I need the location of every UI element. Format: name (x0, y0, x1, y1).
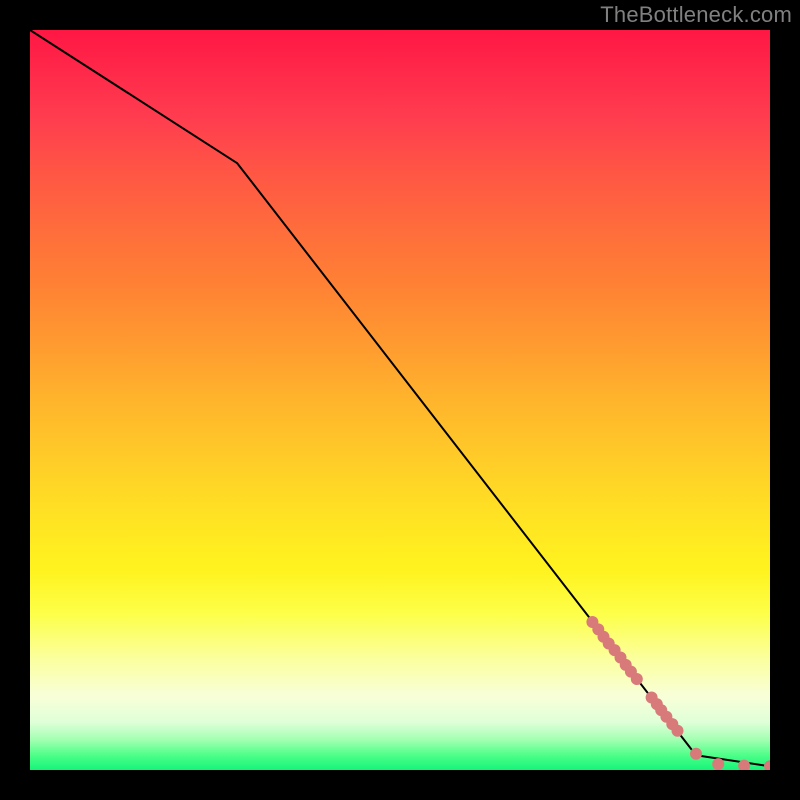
marker-group (586, 616, 770, 770)
data-marker (672, 725, 684, 737)
data-marker (631, 673, 643, 685)
bottleneck-line (30, 30, 770, 766)
data-marker (690, 748, 702, 760)
watermark-text: TheBottleneck.com (600, 2, 792, 28)
data-marker (764, 760, 770, 770)
chart-container: TheBottleneck.com (0, 0, 800, 800)
data-marker (712, 758, 724, 770)
chart-overlay (30, 30, 770, 770)
plot-area (30, 30, 770, 770)
